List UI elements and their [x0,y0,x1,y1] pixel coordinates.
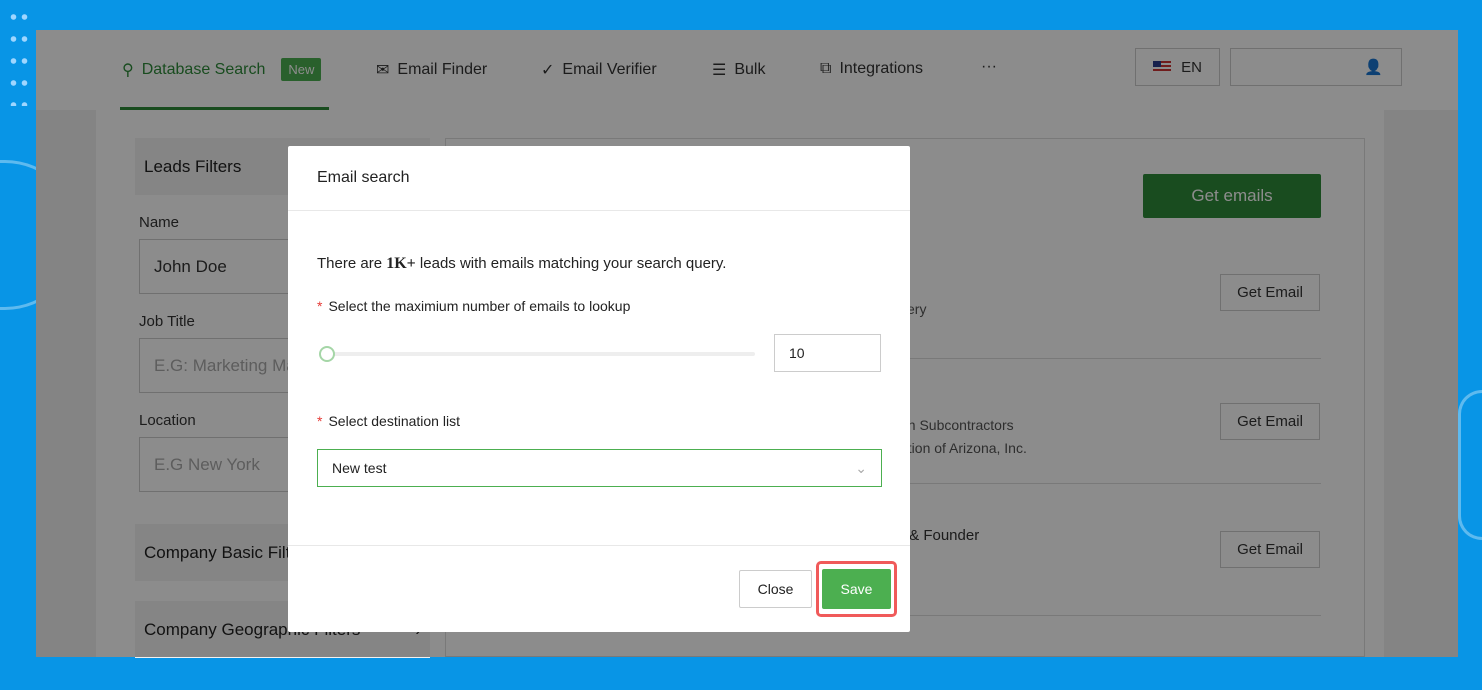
summary-text: leads with emails matching your search q… [415,255,727,272]
decor-dots [8,6,30,106]
destination-select[interactable]: New test ⌄ [317,449,882,487]
max-emails-slider[interactable] [325,352,755,356]
email-search-modal: Email search There are 1K+ leads with em… [288,146,910,632]
decor-circle [1458,390,1482,540]
required-marker: * [317,413,323,429]
lead-count: 1K+ [386,255,416,272]
close-button[interactable]: Close [739,570,812,608]
summary-text: There are [317,255,387,272]
save-button[interactable]: Save [822,569,891,609]
destination-label-text: Select destination list [328,413,460,429]
required-marker: * [317,298,323,314]
slider-handle[interactable] [319,346,335,362]
max-emails-input[interactable]: 10 [774,334,881,372]
modal-summary: There are 1K+ leads with emails matching… [317,255,726,273]
destination-value: New test [332,460,387,476]
chevron-down-icon: ⌄ [855,459,867,476]
max-emails-label: * Select the maximium number of emails to… [317,298,630,314]
destination-label: * Select destination list [317,413,460,429]
max-emails-label-text: Select the maximium number of emails to … [328,298,631,314]
modal-footer-divider [288,545,910,546]
modal-title: Email search [288,146,910,211]
